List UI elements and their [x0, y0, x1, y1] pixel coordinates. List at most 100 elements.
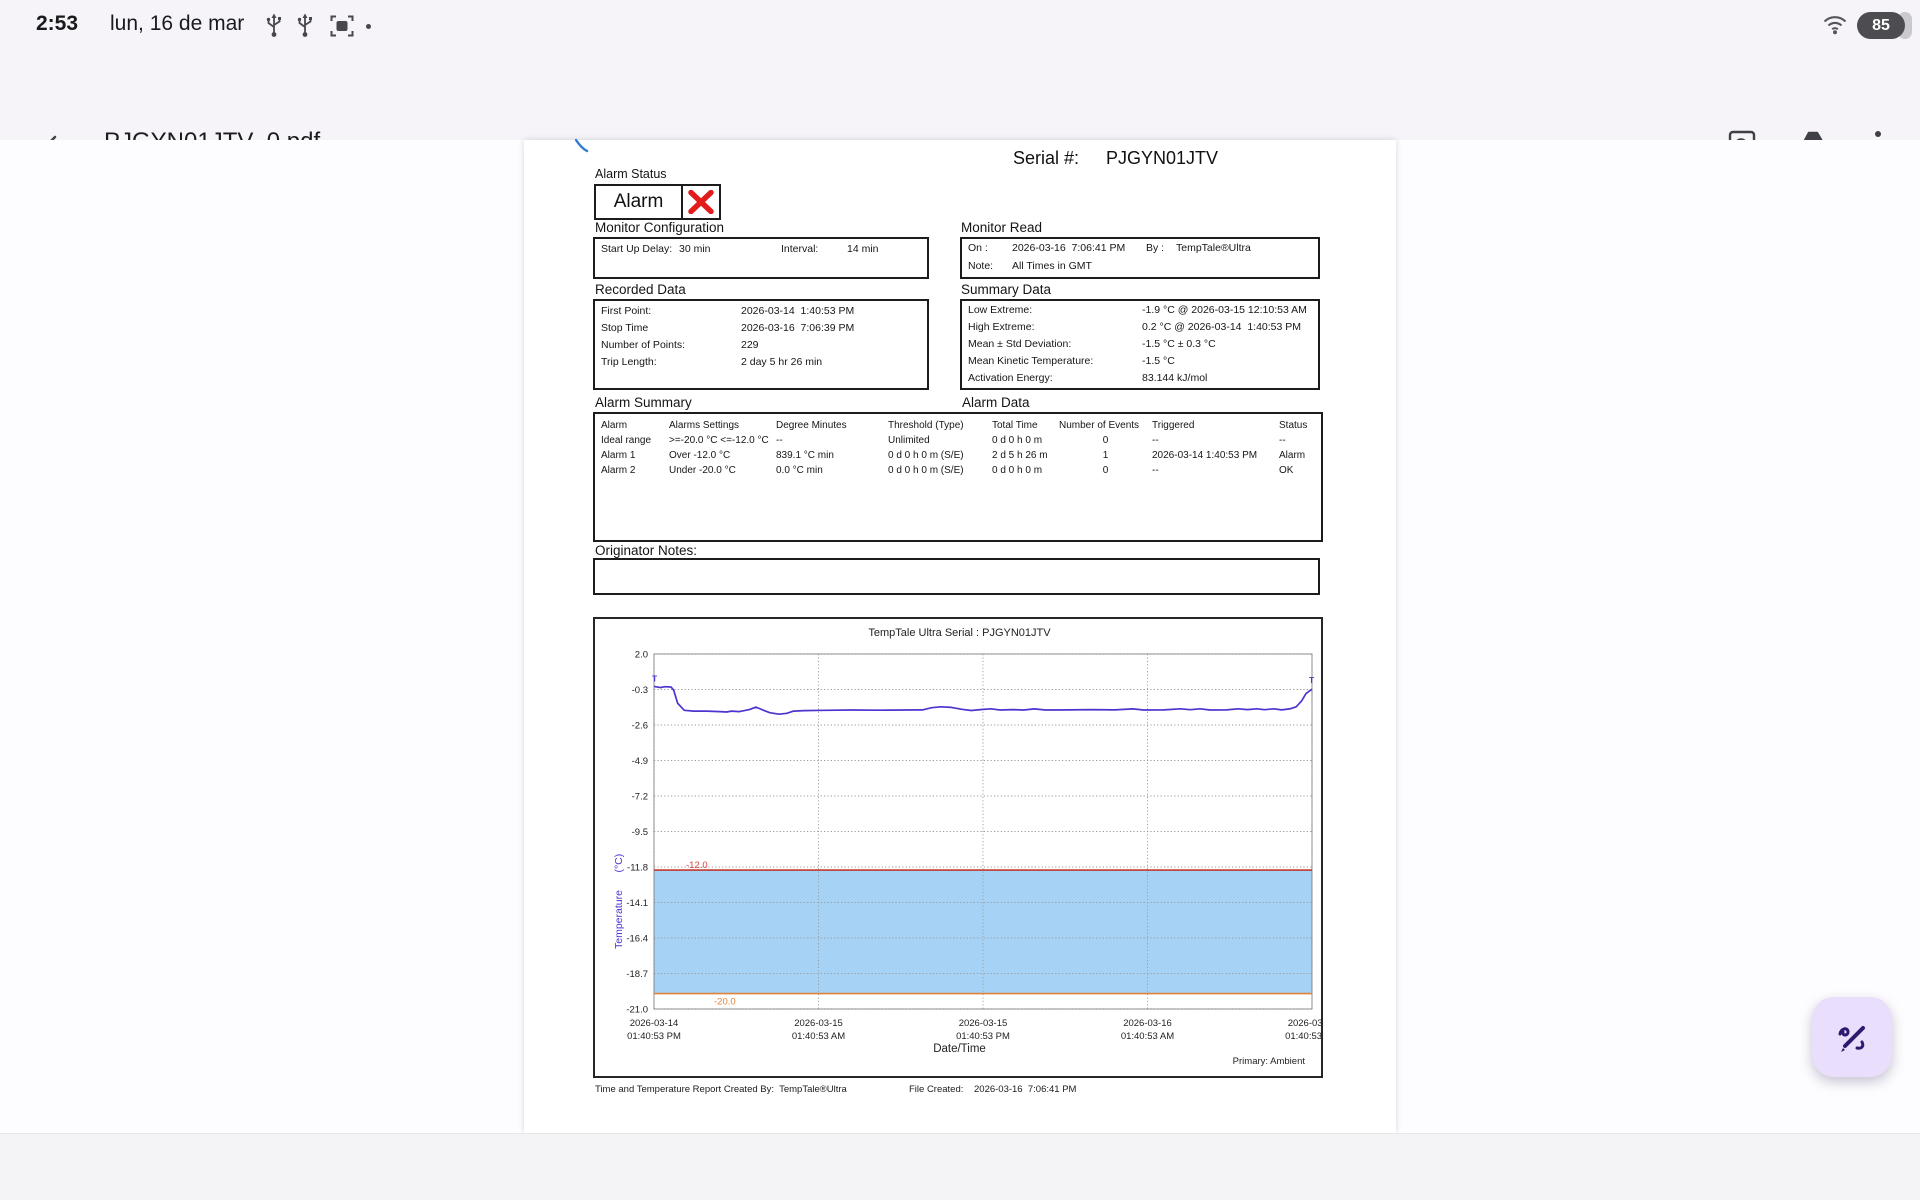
svg-text:-4.9: -4.9 [632, 756, 648, 767]
field-label: Low Extreme: [968, 304, 1033, 316]
serial-value: PJGYN01JTV [1106, 148, 1219, 168]
monitor-configuration-box: Start Up Delay: 30 min Interval: 14 min [593, 237, 929, 279]
temperature-chart: TempTale Ultra Serial : PJGYN01JTV 2.0 -0… [593, 617, 1323, 1078]
table-row: Ideal range >=-20.0 °C <=-12.0 °C -- Unlim… [601, 435, 1286, 446]
field-label: Interval: [781, 243, 819, 255]
field-label: Number of Points: [601, 339, 686, 351]
field-value: -1.5 °C ± 0.3 °C [1142, 338, 1216, 350]
field-label: Activation Energy: [968, 372, 1053, 384]
svg-text:01:40:53 PM: 01:40:53 PM [956, 1031, 1010, 1042]
screen-capture-icon [330, 15, 354, 42]
field-value: 2026-03-14 1:40:53 PM [741, 305, 855, 317]
svg-text:2.0: 2.0 [635, 650, 648, 661]
originator-notes-heading: Originator Notes: [595, 543, 698, 558]
chart-legend: Primary: Ambient [1232, 1056, 1305, 1067]
svg-text:2026-03-15: 2026-03-15 [794, 1018, 843, 1029]
svg-text:-11.8: -11.8 [627, 863, 648, 874]
field-label: High Extreme: [968, 321, 1035, 333]
recorded-data-heading: Recorded Data [595, 282, 686, 297]
monitor-read-heading: Monitor Read [961, 220, 1043, 235]
field-value: 83.144 kJ/mol [1142, 372, 1208, 384]
field-value: -1.9 °C @ 2026-03-15 12:10:53 AM [1142, 304, 1307, 316]
chart-plot: 2.0 -0.3 -2.6 -4.9 -7.2 -9.5 -11.8 -14.1 -16.4 -1… [626, 650, 1321, 1043]
usb-icon [265, 13, 283, 44]
logo-fragment-icon [574, 138, 590, 159]
taskbar: LUN 16 [0, 1133, 1920, 1200]
field-label: Note: [968, 260, 994, 272]
serial-label: Serial #: [1013, 148, 1080, 168]
summary-data-box: Low Extreme: -1.9 °C @ 2026-03-15 12:10:… [960, 299, 1320, 390]
monitor-read-box: On : 2026-03-16 7:06:41 PM By : TempTale… [960, 237, 1320, 279]
summary-data-heading: Summary Data [961, 282, 1052, 297]
file-created-label: File Created: [909, 1084, 964, 1095]
field-label: Mean ± Std Deviation: [968, 338, 1072, 350]
status-date: lun, 16 de mar [110, 12, 245, 35]
svg-text:2026-03-15: 2026-03-15 [959, 1018, 1008, 1029]
svg-text:01:40:53 AM: 01:40:53 AM [1121, 1031, 1174, 1042]
monitor-configuration-heading: Monitor Configuration [595, 220, 725, 235]
pdf-page: Serial #: PJGYN01JTV Alarm Status Alarm … [524, 138, 1396, 1133]
field-value: 2026-03-16 7:06:39 PM [741, 322, 855, 334]
alarm-table: Alarm Alarms Settings Degree Minutes Thres… [601, 419, 1318, 479]
svg-text:-7.2: -7.2 [632, 792, 648, 803]
y-axis-label: Temperature (°C) [613, 853, 625, 949]
field-value: 14 min [847, 243, 879, 255]
recorded-data-box: First Point: 2026-03-14 1:40:53 PM Stop … [593, 299, 929, 390]
svg-text:01:40:53 PM: 01:40:53 PM [1285, 1031, 1321, 1042]
svg-text:-2.6: -2.6 [632, 721, 648, 732]
svg-text:01:40:53 AM: 01:40:53 AM [792, 1031, 845, 1042]
svg-text:-16.4: -16.4 [626, 934, 648, 945]
table-row: Alarm 2 Under -20.0 °C 0.0 °C min 0 d 0 h … [601, 465, 1294, 476]
field-value: 229 [741, 339, 759, 351]
field-label: By : [1146, 242, 1165, 254]
notification-dot-icon [366, 24, 371, 29]
field-value: 0.2 °C @ 2026-03-14 1:40:53 PM [1142, 321, 1302, 333]
x-axis-label: Date/Time [933, 1043, 986, 1055]
field-label: Stop Time [601, 322, 649, 334]
field-label: Start Up Delay: [601, 243, 673, 255]
alarm-x-icon [681, 186, 719, 218]
usb-icon [296, 13, 314, 44]
field-label: On : [968, 242, 988, 254]
field-value: 2 day 5 hr 26 min [741, 356, 823, 368]
svg-text:-18.7: -18.7 [626, 969, 648, 980]
status-time: 2:53 [36, 12, 79, 35]
annotate-fab[interactable] [1812, 997, 1892, 1077]
svg-text:-21.0: -21.0 [626, 1005, 648, 1016]
wifi-icon [1822, 14, 1848, 40]
svg-text:2026-03-14: 2026-03-14 [630, 1018, 679, 1029]
file-created-value: 2026-03-16 7:06:41 PM [974, 1084, 1077, 1095]
svg-text:2026-03-16: 2026-03-16 [1288, 1018, 1321, 1029]
alarm-status-value: Alarm [613, 191, 664, 212]
svg-text:01:40:53 PM: 01:40:53 PM [627, 1031, 681, 1042]
app-bar: PJGYN01JTV_0.pdf [0, 52, 1920, 162]
table-header-row: Alarm Alarms Settings Degree Minutes Thres… [601, 420, 1308, 431]
svg-text:T: T [1309, 675, 1315, 685]
status-bar: 2:53 lun, 16 de mar 85 [0, 0, 1920, 52]
report-created-by: Time and Temperature Report Created By: … [595, 1084, 847, 1095]
svg-text:2026-03-16: 2026-03-16 [1123, 1018, 1172, 1029]
svg-text:T: T [652, 673, 658, 683]
svg-text:-12.0: -12.0 [686, 860, 708, 871]
svg-text:-20.0: -20.0 [714, 997, 736, 1008]
field-value: 30 min [679, 243, 711, 255]
field-value: All Times in GMT [1012, 260, 1092, 272]
battery-icon: 85 [1857, 12, 1905, 39]
alarm-table-box: Alarm Alarms Settings Degree Minutes Thres… [593, 412, 1323, 542]
field-label: Trip Length: [601, 356, 657, 368]
field-label: First Point: [601, 305, 652, 317]
table-row: Alarm 1 Over -12.0 °C 839.1 °C min 0 d 0 h… [601, 450, 1306, 461]
svg-text:-0.3: -0.3 [632, 685, 648, 696]
alarm-summary-heading: Alarm Summary [595, 395, 692, 410]
screen: 2:53 lun, 16 de mar 85 Serial #: PJGYN01… [0, 0, 1920, 1200]
field-label: Mean Kinetic Temperature: [968, 355, 1094, 367]
stylus-icon [1838, 1026, 1865, 1052]
originator-notes-box [593, 558, 1320, 595]
field-value: TempTale®Ultra [1176, 242, 1251, 254]
alarm-status-box: Alarm [594, 184, 721, 220]
field-value: -1.5 °C [1142, 355, 1175, 367]
field-value: 2026-03-16 7:06:41 PM [1012, 242, 1126, 254]
alarm-status-heading: Alarm Status [595, 167, 667, 181]
alarm-data-heading: Alarm Data [962, 395, 1030, 410]
svg-text:-14.1: -14.1 [626, 898, 648, 909]
